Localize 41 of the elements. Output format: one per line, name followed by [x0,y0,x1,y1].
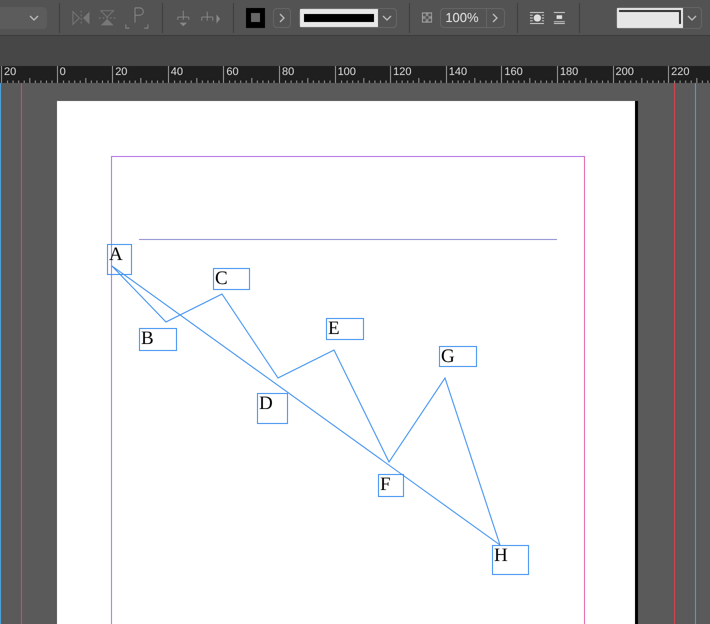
chevron-down-icon [382,14,392,20]
swatch-menu-button[interactable] [272,8,292,28]
wrap-bounding-box-icon[interactable] [552,10,568,24]
hierarchy-right-icon[interactable] [199,10,222,26]
dropdown-button[interactable] [0,6,47,28]
hierarchy-down-icon[interactable] [174,8,192,26]
text-frame[interactable]: F [378,474,404,497]
text-frame[interactable]: D [257,393,288,424]
text-frame[interactable]: B [139,328,177,351]
text-frame[interactable]: G [439,346,477,367]
ruler-label: 60 [226,66,239,78]
stroke-sample [304,14,374,22]
ruler-label: 160 [504,66,523,78]
chevron-right-icon [279,12,286,22]
ruler-label: 80 [282,66,294,78]
corner-shape-dropdown[interactable] [616,6,702,28]
ruler-label: 40 [170,66,184,78]
ruler-label: 100 [338,66,356,78]
ruler-label: 140 [448,66,468,78]
corner-sample [619,10,682,24]
ruler-label: 120 [393,66,412,78]
ruler-label: 20 [4,66,16,78]
ruler-label: 200 [616,66,634,78]
chevron-down-icon [28,14,39,20]
stroke-type-dropdown[interactable] [299,8,398,28]
text-frame[interactable]: H [492,545,529,575]
ruler-label: 0 [60,66,66,78]
line-drawing[interactable] [112,266,500,546]
flip-vertical-icon[interactable] [98,8,116,26]
chevron-right-icon [492,12,498,22]
wrap-around-object-icon[interactable] [530,10,544,24]
chevron-down-icon [687,14,698,20]
text-frame[interactable]: E [326,318,364,340]
flip-horizontal-icon[interactable] [72,8,90,26]
stroke-swatch[interactable] [246,8,265,28]
opacity-icon [422,12,432,23]
text-frame[interactable]: C [213,268,250,290]
ruler-label: 20 [115,66,128,78]
ruler-label: 180 [560,66,578,78]
ruler-label: 220 [671,66,690,78]
opacity-field[interactable]: 100% [440,8,505,28]
